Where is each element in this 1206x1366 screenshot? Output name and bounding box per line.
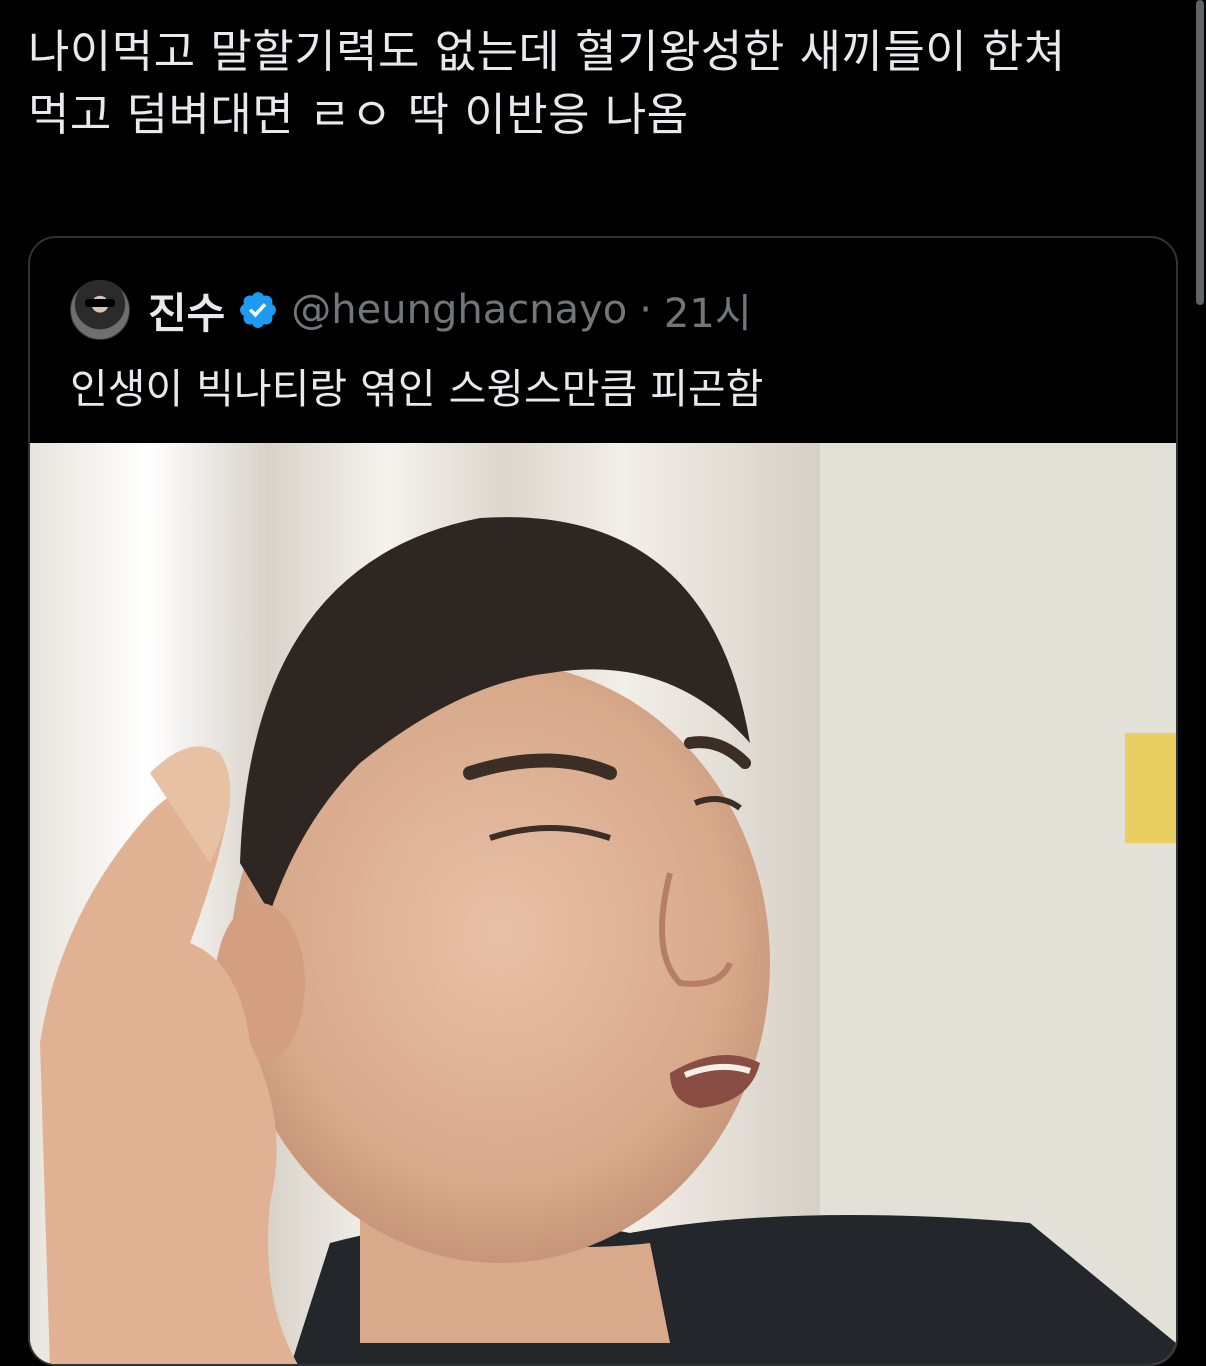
display-name[interactable]: 진수 [148, 280, 225, 341]
quoted-post-header: 진수 @heunghacnayo · 21시 [70, 280, 752, 340]
quoted-post-card[interactable]: 진수 @heunghacnayo · 21시 인생이 빅나티랑 엮인 스윙스만큼… [28, 236, 1178, 1366]
avatar[interactable] [70, 280, 130, 340]
post-text: 나이먹고 말할기력도 없는데 혈기왕성한 새끼들이 한쳐 먹고 덤벼대면 ㄹㅇ … [28, 25, 1066, 141]
scrollbar[interactable] [1194, 0, 1206, 310]
scrollbar-thumb[interactable] [1196, 0, 1204, 305]
timestamp[interactable]: 21시 [664, 281, 752, 339]
verified-badge-icon [237, 289, 279, 331]
photo-of-man-gesturing-icon [30, 443, 1176, 1364]
quoted-post-text: 인생이 빅나티랑 엮인 스윙스만큼 피곤함 [70, 365, 764, 413]
avatar-glasses [85, 299, 115, 307]
separator-dot: · [639, 287, 652, 333]
post-media-image[interactable] [30, 443, 1176, 1364]
user-handle[interactable]: @heunghacnayo [291, 287, 627, 333]
